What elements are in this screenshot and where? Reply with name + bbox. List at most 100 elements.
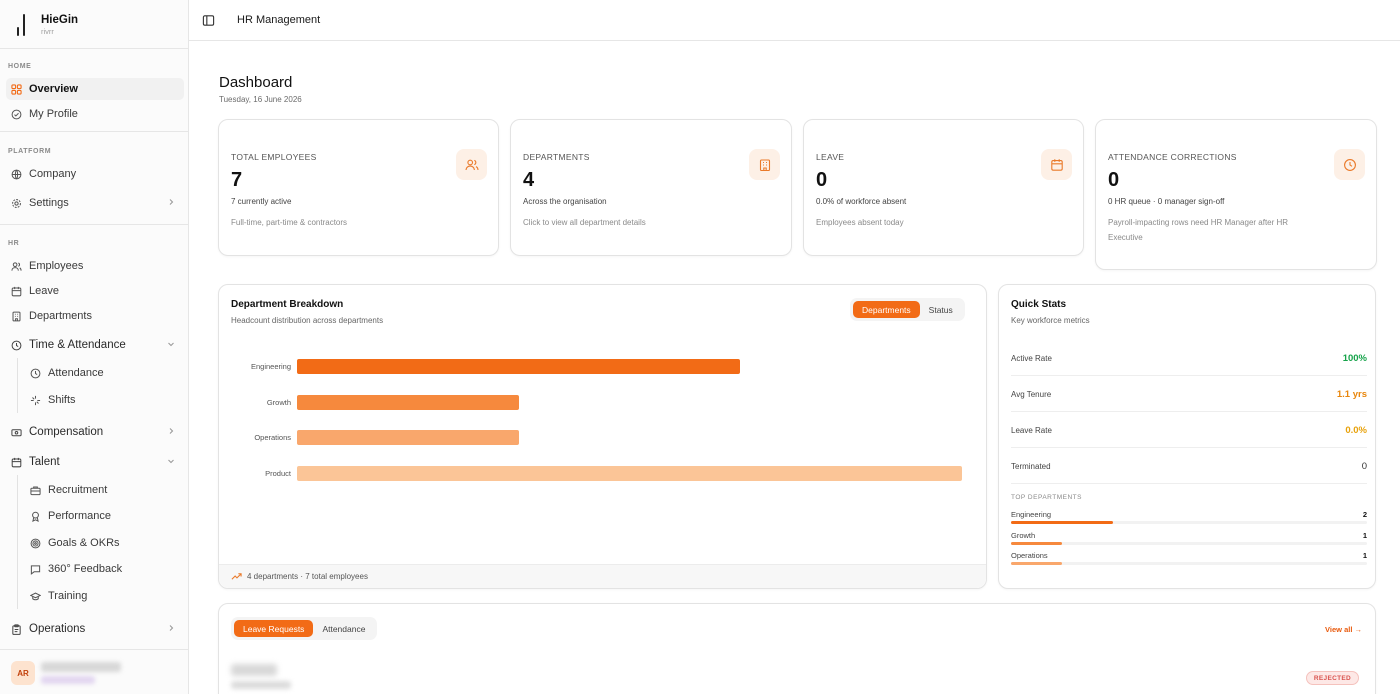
clock-icon (1334, 149, 1365, 180)
sidebar: HieGin rivrr HOME Overview My Profile PL… (0, 0, 189, 694)
bar[interactable] (297, 359, 741, 374)
sidebar-item-shifts[interactable]: Shifts (25, 389, 180, 411)
stat-description: Full-time, part-time & contractors (231, 218, 348, 227)
stat-label: ATTENDANCE CORRECTIONS (1108, 152, 1237, 162)
sidebar-group-compensation[interactable]: Compensation (6, 421, 184, 443)
tab-attendance[interactable]: Attendance (313, 620, 374, 637)
chart-footer: 4 departments · 7 total employees (219, 564, 986, 588)
sidebar-group-label: Time & Attendance (29, 339, 126, 351)
brand[interactable]: HieGin rivrr (15, 10, 78, 40)
bar-label: Engineering (250, 362, 291, 371)
chevron-right-icon (169, 199, 174, 205)
metric-terminated: Terminated 0 (1011, 461, 1367, 476)
building-icon (749, 149, 780, 180)
top-department-row: Operations 1 (1011, 551, 1367, 560)
sidebar-group-operations[interactable]: Operations (6, 618, 184, 640)
clock-icon (30, 368, 41, 379)
sidebar-item-label: Settings (29, 197, 69, 209)
sidebar-item-recruitment[interactable]: Recruitment (25, 479, 180, 501)
sidebar-item-performance[interactable]: Performance (25, 505, 180, 527)
card-subtitle: Key workforce metrics (1011, 316, 1090, 325)
sidebar-group-label: Compensation (29, 426, 104, 438)
globe-icon (11, 169, 22, 180)
check-circle-icon (11, 109, 22, 120)
stat-card-total-employees[interactable]: TOTAL EMPLOYEES 7 7 currently active Ful… (218, 119, 499, 256)
sidebar-group-talent[interactable]: Talent (6, 451, 184, 473)
sidebar-item-label: Attendance (48, 367, 104, 379)
sidebar-toggle-icon[interactable] (202, 14, 215, 27)
divider (1011, 375, 1367, 376)
department-share-fill (1011, 521, 1113, 524)
bar[interactable] (297, 465, 962, 481)
sidebar-group-label: Operations (29, 623, 86, 635)
department-count: 1 (1362, 551, 1367, 560)
logo-icon (15, 14, 27, 36)
tab-status[interactable]: Status (920, 301, 962, 318)
stat-value: 7 (231, 169, 243, 191)
stat-label: DEPARTMENTS (523, 152, 590, 162)
tree-line (17, 475, 18, 609)
sidebar-item-settings[interactable]: Settings (6, 192, 184, 214)
sidebar-item-attendance[interactable]: Attendance (25, 362, 180, 384)
sidebar-group-time-attendance[interactable]: Time & Attendance (6, 334, 184, 356)
department-name: Engineering (1011, 510, 1052, 519)
banknote-icon (11, 427, 22, 438)
stat-description: Payroll-impacting rows need HR Manager a… (1108, 218, 1289, 242)
stat-detail: 7 currently active (231, 197, 292, 206)
bar-label: Operations (254, 433, 291, 442)
metric-value: 0.0% (1345, 425, 1367, 436)
department-share-fill (1011, 542, 1062, 545)
stat-card-departments[interactable]: DEPARTMENTS 4 Across the organisation Cl… (510, 119, 792, 256)
department-breakdown-card: Department Breakdown Headcount distribut… (218, 284, 987, 589)
department-share-bar (1011, 521, 1367, 524)
quick-stats-card: Quick Stats Key workforce metrics Active… (998, 284, 1376, 589)
page-date: Tuesday, 16 June 2026 (219, 95, 302, 104)
divider (1011, 447, 1367, 448)
section-platform-label: PLATFORM (8, 148, 52, 155)
user-menu[interactable]: AR (11, 661, 121, 685)
metric-active-rate: Active Rate 100% (1011, 353, 1367, 368)
sidebar-item-label: Employees (29, 260, 84, 272)
sidebar-divider (0, 131, 188, 132)
stat-label: LEAVE (816, 152, 845, 162)
metric-avg-tenure: Avg Tenure 1.1 yrs (1011, 389, 1367, 404)
request-employee-redacted (231, 664, 277, 676)
top-department-row: Engineering 2 (1011, 510, 1367, 519)
clipboard-icon (11, 623, 22, 635)
sidebar-item-departments[interactable]: Departments (6, 305, 184, 327)
view-all-link[interactable]: View all → (1325, 625, 1362, 634)
stat-card-attendance-corrections[interactable]: ATTENDANCE CORRECTIONS 0 0 HR queue · 0 … (1095, 119, 1377, 270)
main-content: Dashboard Tuesday, 16 June 2026 TOTAL EM… (189, 42, 1400, 694)
stat-detail: Across the organisation (523, 197, 607, 206)
calendar-icon (1041, 149, 1072, 180)
chevron-right-icon (169, 428, 174, 434)
user-name-redacted (41, 662, 121, 672)
card-subtitle: Headcount distribution across department… (231, 316, 384, 325)
stat-card-leave[interactable]: LEAVE 0 0.0% of workforce absent Employe… (803, 119, 1084, 256)
department-share-bar (1011, 542, 1367, 545)
sidebar-item-overview[interactable]: Overview (6, 78, 184, 100)
sidebar-item-company[interactable]: Company (6, 163, 184, 185)
sidebar-item-label: Leave (29, 285, 59, 297)
bar[interactable] (297, 394, 519, 410)
sidebar-item-training[interactable]: Training (25, 585, 180, 607)
bar[interactable] (297, 430, 519, 445)
top-bar: HR Management (189, 0, 1400, 41)
bar-label: Product (265, 468, 291, 478)
metric-label: Terminated (1011, 462, 1051, 471)
sidebar-item-my-profile[interactable]: My Profile (6, 103, 184, 125)
sidebar-item-employees[interactable]: Employees (6, 255, 184, 277)
sidebar-item-label: Shifts (48, 394, 76, 406)
stat-detail: 0.0% of workforce absent (816, 197, 907, 206)
section-hr-label: HR (8, 240, 20, 247)
brand-subtitle: rivrr (41, 27, 54, 36)
tab-leave-requests[interactable]: Leave Requests (234, 620, 314, 637)
sidebar-item-leave[interactable]: Leave (6, 280, 184, 302)
chevron-down-icon (168, 342, 174, 347)
sidebar-item-goals[interactable]: Goals & OKRs (25, 532, 180, 554)
sidebar-item-360-feedback[interactable]: 360° Feedback (25, 558, 180, 580)
user-email-redacted (41, 676, 95, 684)
sidebar-divider (0, 649, 188, 650)
section-home-label: HOME (8, 63, 32, 70)
tab-departments[interactable]: Departments (853, 301, 920, 318)
